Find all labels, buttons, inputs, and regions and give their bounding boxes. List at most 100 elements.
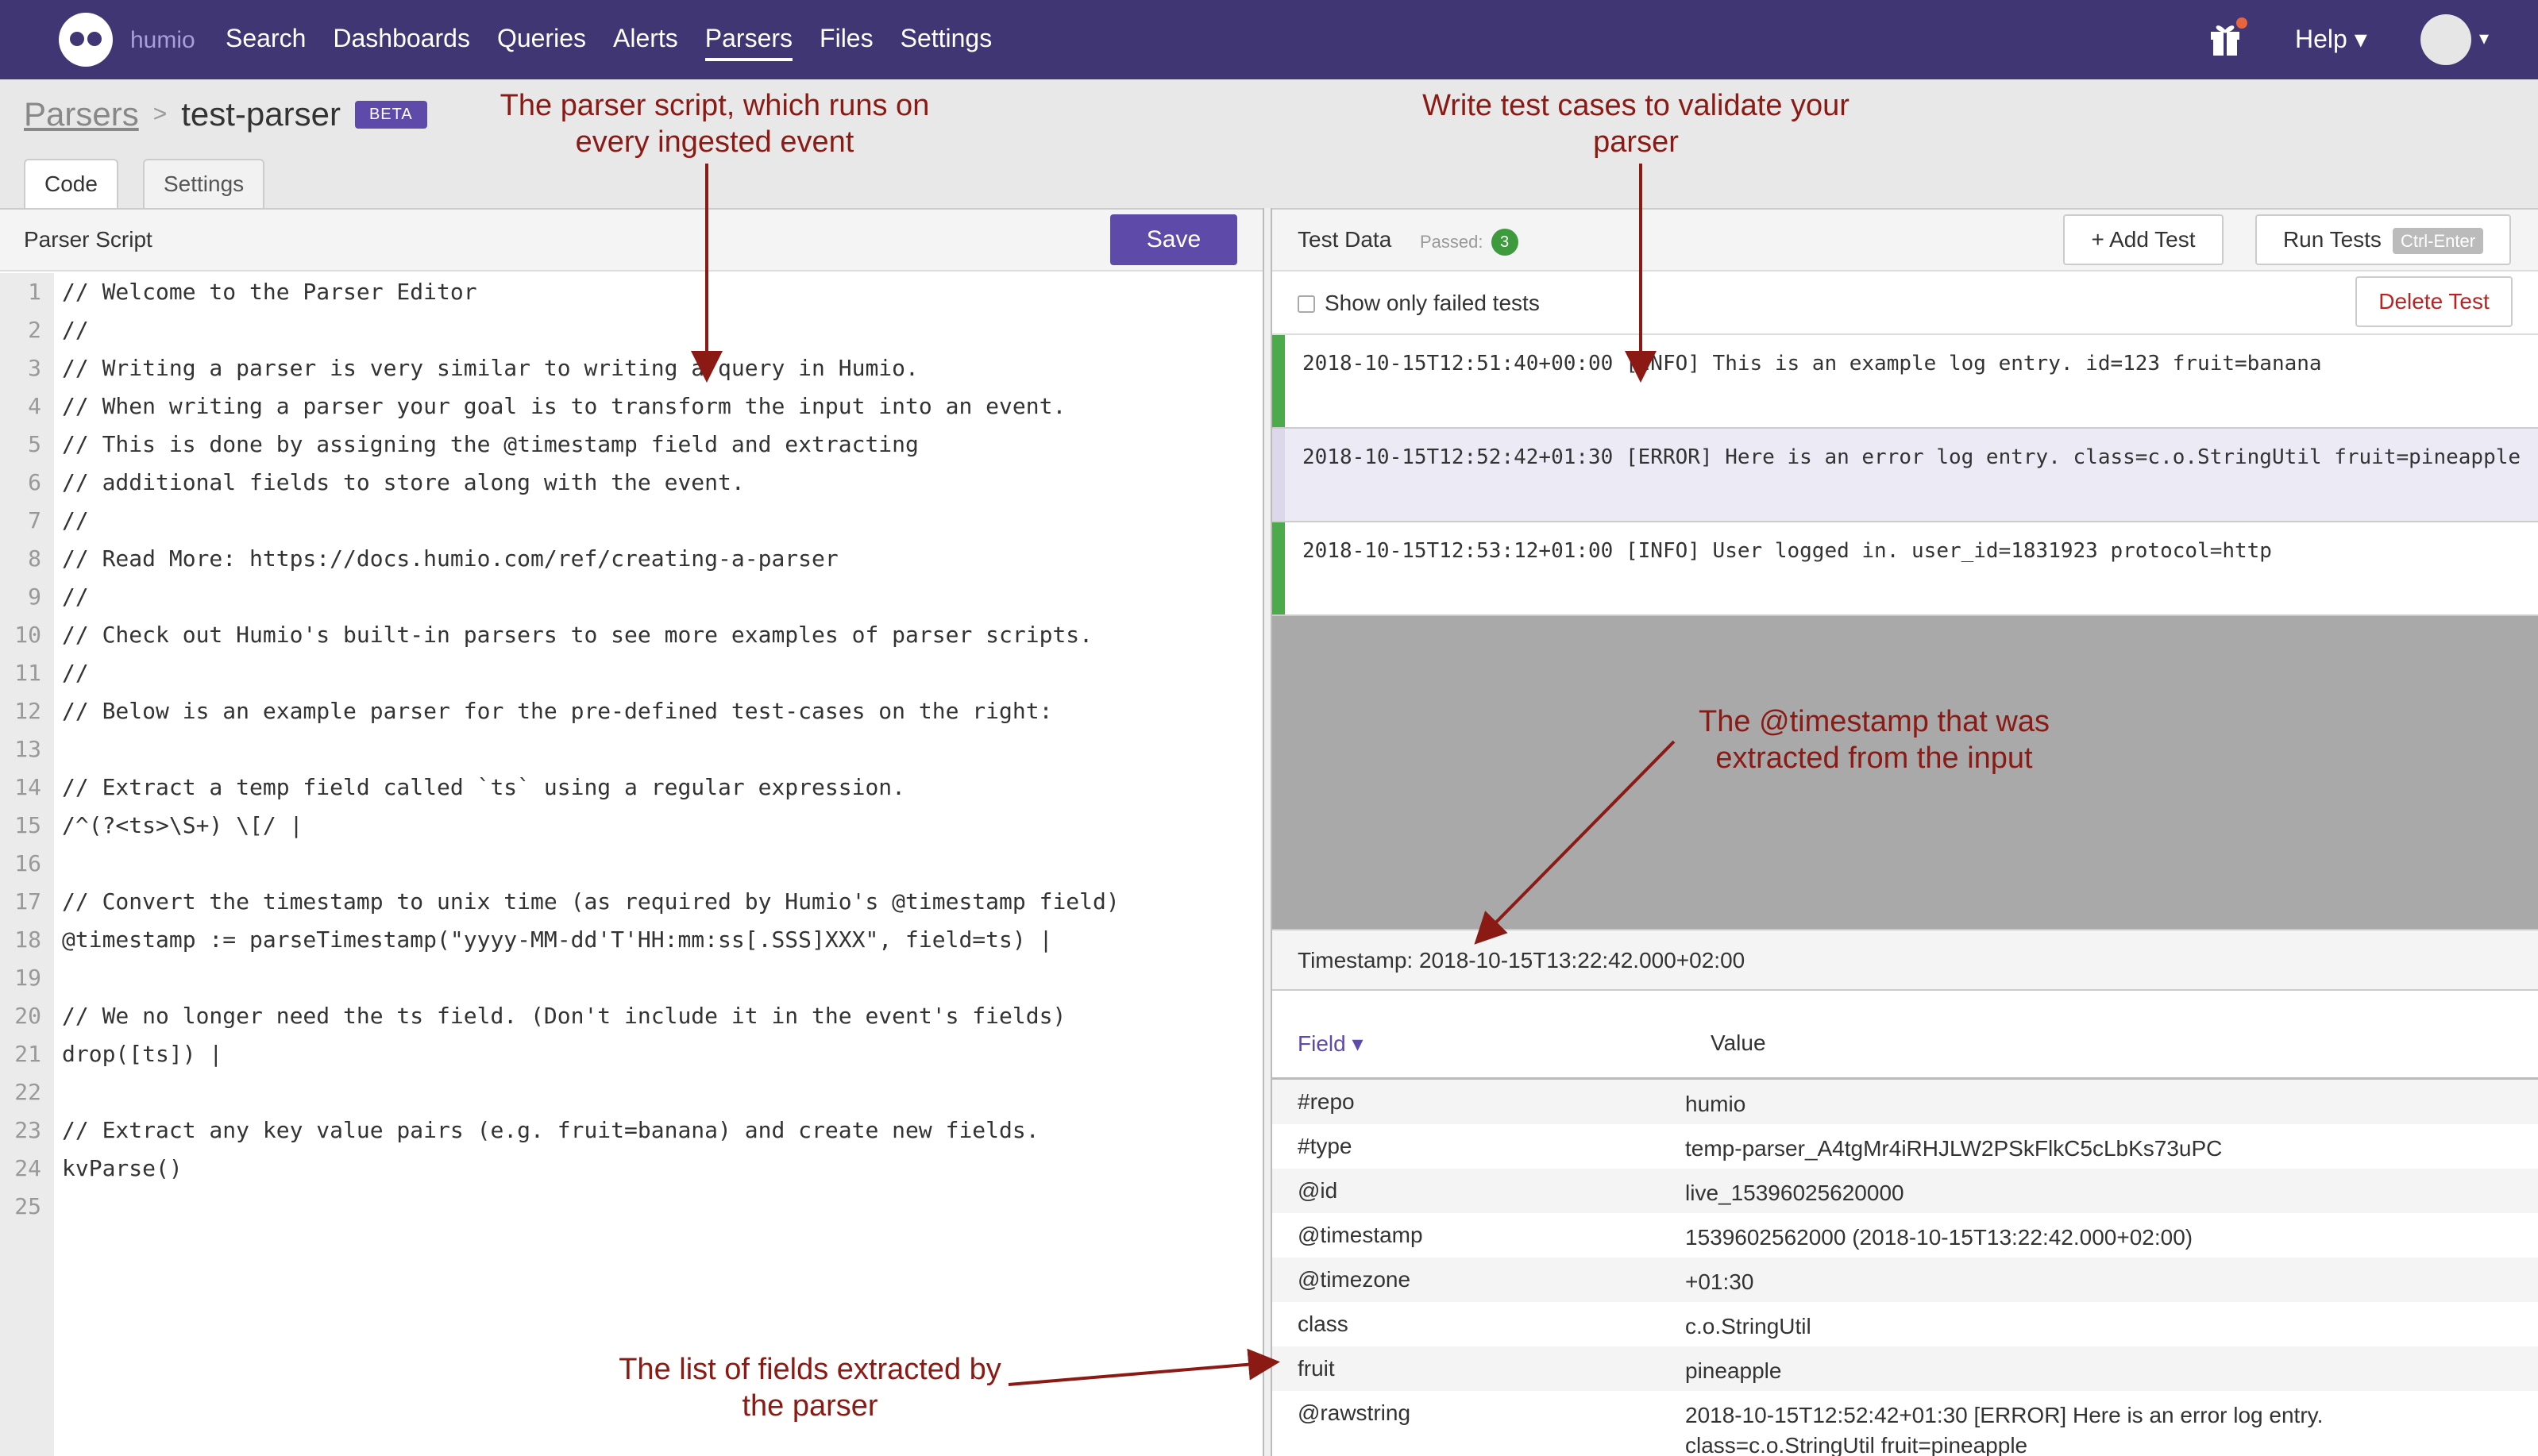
nav-item-search[interactable]: Search [226, 24, 306, 61]
test-data-pane: Test Data Passed: 3 + Add Test Run Tests… [1272, 208, 2538, 1456]
field-value: c.o.StringUtil [1685, 1314, 1811, 1339]
breadcrumb-parsers-link[interactable]: Parsers [24, 95, 139, 133]
code-line: 4 // When writing a parser your goal is t… [0, 387, 1263, 426]
delete-test-button[interactable]: Delete Test [2355, 276, 2513, 327]
nav-item-settings[interactable]: Settings [901, 24, 993, 61]
humio-owl-logo-icon[interactable] [59, 13, 113, 67]
code-text: // When writing a parser your goal is to… [62, 393, 1066, 419]
save-button[interactable]: Save [1110, 214, 1237, 265]
line-number: 17 [14, 888, 41, 915]
code-line: 24 kvParse() [0, 1150, 1263, 1188]
test-case-input[interactable]: 2018-10-15T12:51:40+00:00 [INFO] This is… [1272, 335, 2538, 429]
test-case-input[interactable]: 2018-10-15T12:53:12+01:00 [INFO] User lo… [1272, 522, 2538, 616]
line-number: 19 [14, 965, 41, 991]
test-case-text: 2018-10-15T12:51:40+00:00 [INFO] This is… [1302, 352, 2322, 376]
code-text: // Extract any key value pairs (e.g. fru… [62, 1117, 1040, 1143]
help-menu[interactable]: Help ▾ [2295, 24, 2367, 54]
code-line: 9 // [0, 578, 1263, 616]
code-line: 25 [0, 1188, 1263, 1226]
pane-resize-handle[interactable] [1263, 208, 1272, 1456]
test-case-input[interactable]: 2018-10-15T12:52:42+01:30 [ERROR] Here i… [1272, 429, 2538, 522]
code-line: 7 // [0, 502, 1263, 540]
field-row: @id live_15396025620000 [1272, 1169, 2538, 1213]
line-number: 11 [14, 660, 41, 686]
field-row: fruit pineapple [1272, 1346, 2538, 1391]
field-value: pineapple [1685, 1358, 1782, 1383]
code-line: 15 /^(?<ts>\S+) \[/ | [0, 807, 1263, 845]
code-line: 22 [0, 1073, 1263, 1111]
code-line: 23 // Extract any key value pairs (e.g. f… [0, 1111, 1263, 1150]
code-text: // [62, 507, 89, 533]
passed-indicator: Passed: 3 [1420, 229, 1518, 256]
code-text: // Read More: https://docs.humio.com/ref… [62, 545, 839, 572]
run-tests-button[interactable]: Run Tests Ctrl-Enter [2255, 214, 2511, 265]
code-line: 20 // We no longer need the ts field. (Do… [0, 997, 1263, 1035]
field-row: @timestamp 1539602562000 (2018-10-15T13:2… [1272, 1213, 2538, 1258]
line-number: 8 [28, 545, 41, 572]
top-nav: humio Search Dashboards Queries Alerts Parse… [0, 0, 2538, 79]
code-line: 10 // Check out Humio's built-in parsers … [0, 616, 1263, 654]
field-name: @timestamp [1298, 1223, 1423, 1247]
nav-menu: Search Dashboards Queries Alerts Parsers File… [226, 24, 992, 61]
field-value: humio [1685, 1092, 1746, 1116]
nav-item-files[interactable]: Files [820, 24, 874, 61]
line-number: 3 [28, 355, 41, 381]
show-failed-checkbox[interactable] [1298, 295, 1315, 313]
page-title: test-parser [181, 95, 341, 133]
fields-table: #repo humio #type temp-parser_A4tgMr4iRHJLW… [1272, 1080, 2538, 1456]
code-line: 12 // Below is an example parser for the … [0, 692, 1263, 730]
line-number: 2 [28, 317, 41, 343]
code-line: 1 // Welcome to the Parser Editor [0, 273, 1263, 311]
code-line: 14 // Extract a temp field called `ts` us… [0, 768, 1263, 807]
field-name: @id [1298, 1178, 1338, 1203]
parser-editor-pane: Parser Script Save 1 // Welcome to the Pa… [0, 208, 1263, 1456]
shortcut-hint: Ctrl-Enter [2392, 228, 2484, 254]
code-line: 17 // Convert the timestamp to unix time … [0, 883, 1263, 921]
field-row: class c.o.StringUtil [1272, 1302, 2538, 1346]
chevron-down-icon[interactable]: ▾ [2479, 27, 2489, 50]
show-failed-label: Show only failed tests [1325, 291, 1540, 315]
nav-item-parsers[interactable]: Parsers [704, 24, 793, 61]
breadcrumb-separator: > [152, 101, 168, 127]
code-line: 19 [0, 959, 1263, 997]
passed-count-badge: 3 [1491, 229, 1518, 256]
add-test-button[interactable]: + Add Test [2063, 214, 2224, 265]
code-text: // [62, 317, 89, 343]
test-status-bar [1272, 335, 1285, 427]
brand-name: humio [130, 27, 195, 53]
code-text: // Welcome to the Parser Editor [62, 279, 477, 305]
annotation-test-cases: Write test cases to validate your parser [1422, 89, 1850, 159]
line-number: 9 [28, 584, 41, 610]
line-number: 1 [28, 279, 41, 305]
test-header: Test Data Passed: 3 + Add Test Run Tests… [1272, 210, 2538, 272]
line-number: 16 [14, 850, 41, 876]
field-column-header[interactable]: Field ▾ [1298, 1030, 1364, 1057]
code-editor[interactable]: 1 // Welcome to the Parser Editor 2 // 3 // W… [0, 273, 1263, 1226]
line-number: 6 [28, 469, 41, 495]
test-status-bar [1272, 429, 1285, 521]
code-line: 13 [0, 730, 1263, 768]
code-text: // Below is an example parser for the pr… [62, 698, 1053, 724]
tab-code[interactable]: Code [24, 159, 118, 208]
avatar-icon[interactable] [2420, 14, 2471, 65]
code-text: // Convert the timestamp to unix time (a… [62, 888, 1120, 915]
code-line: 2 // [0, 311, 1263, 349]
code-text: drop([ts]) | [62, 1041, 223, 1067]
code-line: 8 // Read More: https://docs.humio.com/re… [0, 540, 1263, 578]
nav-item-dashboards[interactable]: Dashboards [333, 24, 470, 61]
editor-header: Parser Script Save [0, 210, 1263, 272]
nav-item-queries[interactable]: Queries [497, 24, 586, 61]
code-line: 16 [0, 845, 1263, 883]
field-name: fruit [1298, 1356, 1335, 1381]
line-number: 22 [14, 1079, 41, 1105]
line-number: 23 [14, 1117, 41, 1143]
field-value: temp-parser_A4tgMr4iRHJLW2PSkFlkC5cLbKs7… [1685, 1136, 2223, 1161]
notification-dot [2236, 17, 2247, 29]
gift-icon[interactable] [2209, 17, 2247, 56]
field-value: 1539602562000 (2018-10-15T13:22:42.000+0… [1685, 1225, 2193, 1250]
tab-settings[interactable]: Settings [143, 159, 265, 208]
nav-item-alerts[interactable]: Alerts [613, 24, 678, 61]
